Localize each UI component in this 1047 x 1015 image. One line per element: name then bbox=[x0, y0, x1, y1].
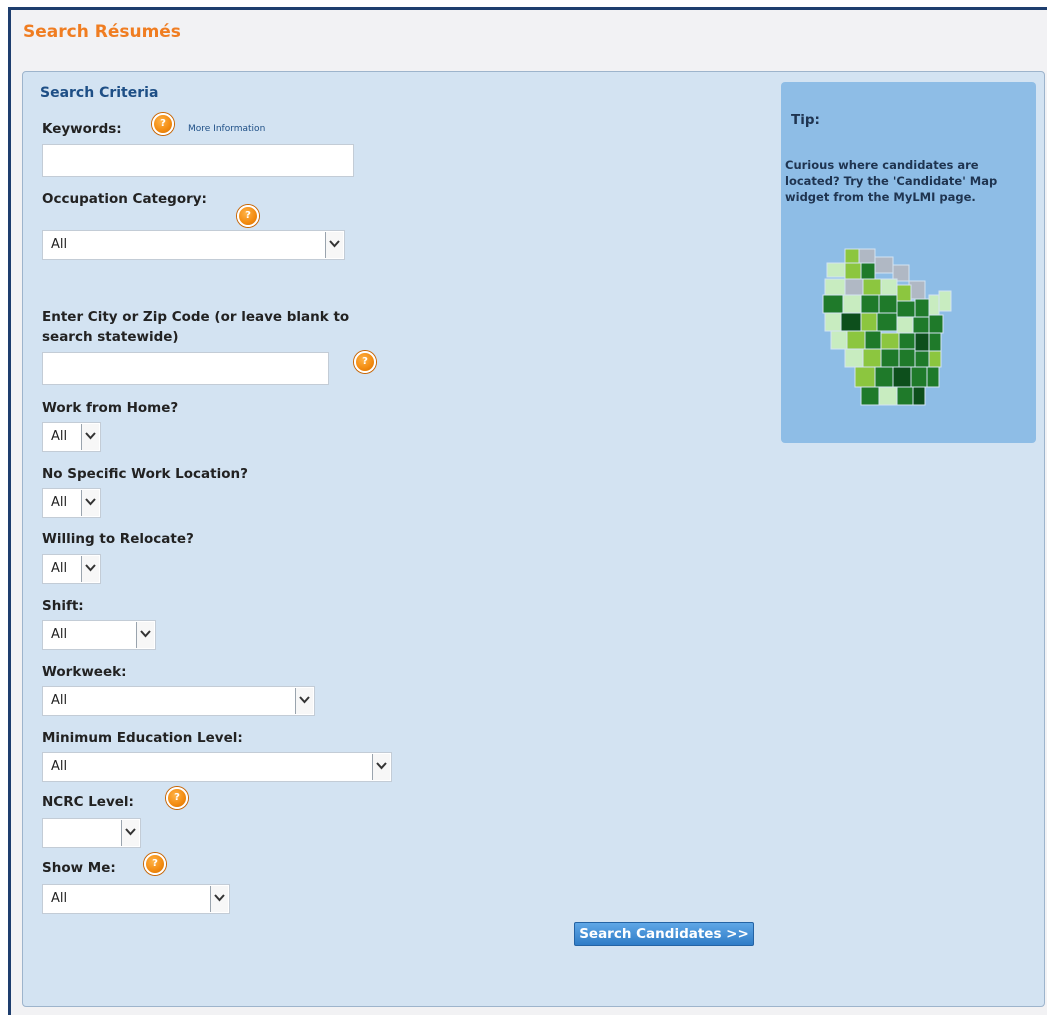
education-value: All bbox=[51, 759, 68, 774]
city-zip-input[interactable] bbox=[42, 352, 329, 385]
chevron-down-icon bbox=[210, 886, 228, 912]
help-icon[interactable]: ? bbox=[152, 113, 174, 135]
shift-value: All bbox=[51, 627, 68, 642]
show-me-value: All bbox=[51, 891, 68, 906]
workweek-value: All bbox=[51, 693, 68, 708]
more-information-link[interactable]: More Information bbox=[188, 124, 265, 134]
chevron-down-icon bbox=[81, 556, 99, 582]
occupation-category-label: Occupation Category: bbox=[42, 191, 207, 207]
occupation-category-value: All bbox=[51, 237, 68, 252]
occupation-category-select[interactable]: All bbox=[42, 230, 345, 260]
chevron-down-icon bbox=[81, 490, 99, 516]
keywords-input[interactable] bbox=[42, 144, 354, 177]
section-title: Search Criteria bbox=[40, 85, 159, 101]
no-specific-location-value: All bbox=[51, 495, 68, 510]
chevron-down-icon bbox=[372, 754, 390, 780]
work-from-home-select[interactable]: All bbox=[42, 422, 101, 452]
location-label-line1: Enter City or Zip Code (or leave blank t… bbox=[42, 309, 350, 325]
help-icon[interactable]: ? bbox=[354, 351, 376, 373]
tip-box: Tip: Curious where candidates are locate… bbox=[781, 82, 1036, 443]
shift-label: Shift: bbox=[42, 598, 84, 614]
tip-title: Tip: bbox=[791, 112, 820, 128]
wisconsin-map-image bbox=[822, 248, 952, 406]
no-specific-location-label: No Specific Work Location? bbox=[42, 466, 248, 482]
show-me-select[interactable]: All bbox=[42, 884, 230, 914]
chevron-down-icon bbox=[81, 424, 99, 450]
chevron-down-icon bbox=[295, 688, 313, 714]
no-specific-location-select[interactable]: All bbox=[42, 488, 101, 518]
work-from-home-label: Work from Home? bbox=[42, 400, 179, 416]
ncrc-level-label: NCRC Level: bbox=[42, 794, 134, 810]
help-icon[interactable]: ? bbox=[166, 787, 188, 809]
ncrc-level-select[interactable] bbox=[42, 818, 141, 848]
help-icon[interactable]: ? bbox=[144, 853, 166, 875]
workweek-label: Workweek: bbox=[42, 664, 127, 680]
location-label-line2: search statewide) bbox=[42, 329, 179, 345]
search-candidates-button[interactable]: Search Candidates >> bbox=[574, 922, 754, 946]
show-me-label: Show Me: bbox=[42, 860, 116, 876]
relocate-label: Willing to Relocate? bbox=[42, 531, 194, 547]
page-frame: Search Résumés Search Criteria Keywords:… bbox=[8, 7, 1047, 1015]
relocate-value: All bbox=[51, 561, 68, 576]
workweek-select[interactable]: All bbox=[42, 686, 315, 716]
education-label: Minimum Education Level: bbox=[42, 730, 243, 746]
education-select[interactable]: All bbox=[42, 752, 392, 782]
page-title: Search Résumés bbox=[23, 22, 181, 42]
shift-select[interactable]: All bbox=[42, 620, 156, 650]
work-from-home-value: All bbox=[51, 429, 68, 444]
chevron-down-icon bbox=[121, 820, 139, 846]
chevron-down-icon bbox=[325, 232, 343, 258]
chevron-down-icon bbox=[136, 622, 154, 648]
help-icon[interactable]: ? bbox=[237, 205, 259, 227]
keywords-label: Keywords: bbox=[42, 121, 122, 137]
relocate-select[interactable]: All bbox=[42, 554, 101, 584]
tip-text: Curious where candidates are located? Tr… bbox=[785, 158, 998, 204]
